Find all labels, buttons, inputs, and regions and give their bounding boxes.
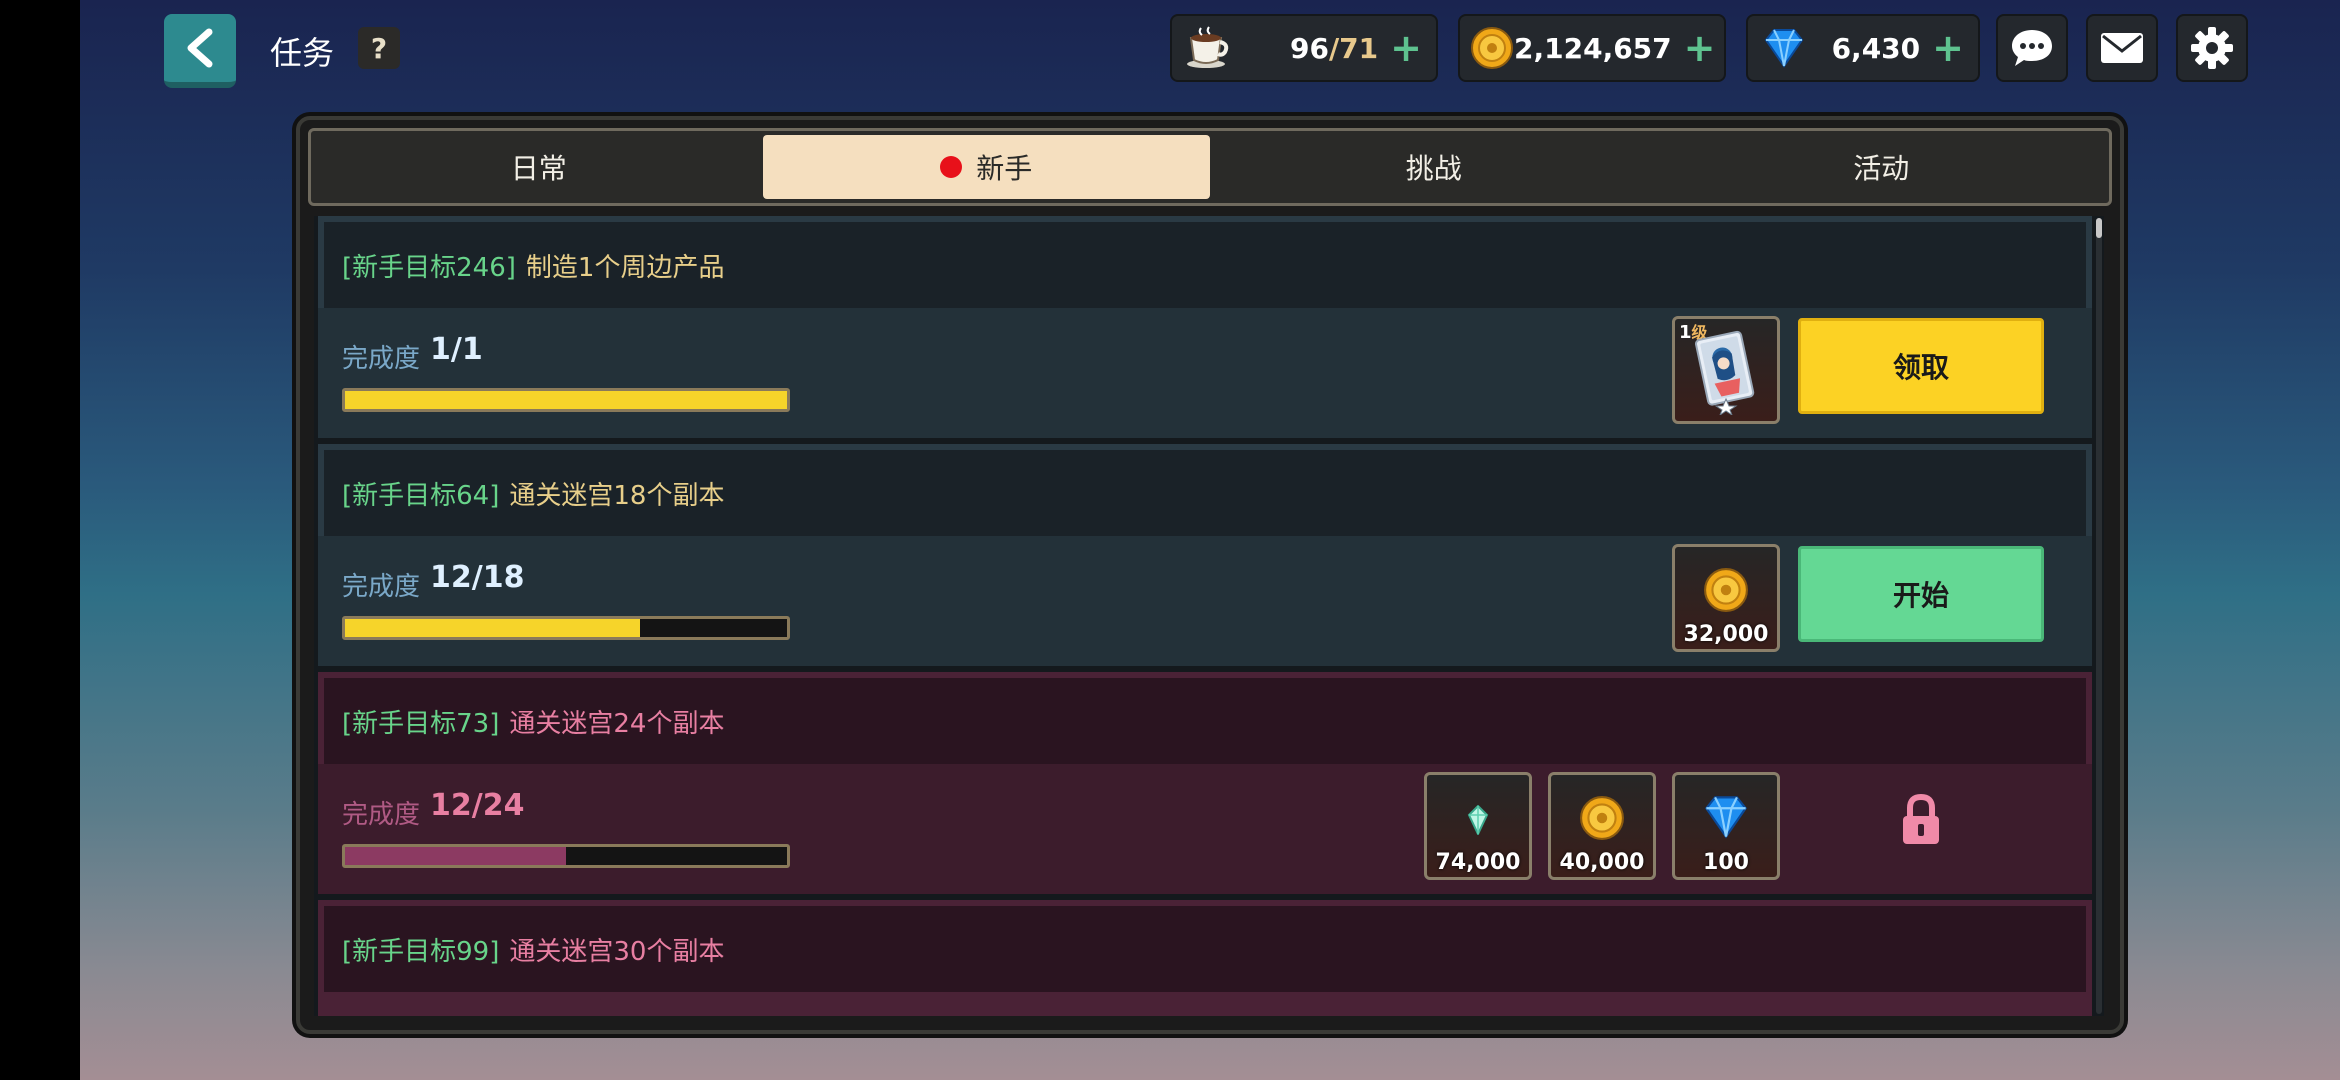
back-button[interactable] bbox=[164, 14, 236, 88]
quest-item: [新手目标73] 通关迷宫24个副本 完成度 12/24 74,000 40,0… bbox=[318, 672, 2092, 894]
quest-item: [新手目标246] 制造1个周边产品 完成度 1/1 1级 领取 bbox=[318, 216, 2092, 438]
tab-beginner-label: 新手 bbox=[976, 152, 1033, 185]
add-gold-button[interactable]: + bbox=[1684, 29, 1716, 67]
character-card-icon bbox=[1675, 325, 1777, 415]
progress-value: 1/1 bbox=[430, 332, 483, 367]
tab-beginner[interactable]: 新手 bbox=[762, 135, 1210, 199]
gold-coin-icon bbox=[1675, 567, 1777, 613]
reward-crystal-slot[interactable]: 74,000 bbox=[1424, 772, 1532, 880]
add-gems-button[interactable]: + bbox=[1932, 29, 1964, 67]
quest-screen: 任务 ? 96/71 + 2,124,657 + 6,430 + 日常 新手 挑… bbox=[80, 0, 2340, 1080]
tab-daily-label: 日常 bbox=[510, 152, 567, 185]
chat-bubble-icon bbox=[2012, 30, 2052, 66]
quest-item: [新手目标99] 通关迷宫30个副本 bbox=[318, 900, 2092, 1016]
stamina-counter: 96/71 + bbox=[1170, 14, 1438, 82]
progress-fill bbox=[345, 619, 640, 637]
quest-tag: [新手目标99] bbox=[342, 936, 500, 967]
quest-header: [新手目标246] 制造1个周边产品 bbox=[324, 222, 2086, 308]
quest-name: 通关迷宫18个副本 bbox=[509, 480, 725, 511]
progress-bar bbox=[342, 388, 790, 412]
help-button[interactable]: ? bbox=[358, 27, 400, 69]
reward-gold-slot[interactable]: 32,000 bbox=[1672, 544, 1780, 652]
reward-amount: 40,000 bbox=[1559, 850, 1645, 875]
diamond-icon bbox=[1758, 22, 1810, 74]
gold-value: 2,124,657 bbox=[1514, 31, 1672, 65]
tab-challenge[interactable]: 挑战 bbox=[1210, 135, 1658, 199]
quest-tag: [新手目标246] bbox=[342, 252, 516, 283]
quest-header: [新手目标64] 通关迷宫18个副本 bbox=[324, 450, 2086, 536]
tab-challenge-label: 挑战 bbox=[1405, 152, 1462, 185]
quest-body: 完成度 12/24 74,000 40,000 100 bbox=[318, 764, 2092, 894]
tab-event[interactable]: 活动 bbox=[1658, 135, 2106, 199]
alert-dot-icon bbox=[940, 156, 963, 178]
start-button[interactable]: 开始 bbox=[1798, 546, 2044, 642]
chevron-left-icon bbox=[187, 28, 213, 68]
quest-body: 完成度 1/1 1级 领取 bbox=[318, 308, 2092, 438]
scrollbar-thumb[interactable] bbox=[2096, 218, 2102, 238]
progress-fill bbox=[345, 847, 566, 865]
reward-card-slot[interactable]: 1级 bbox=[1672, 316, 1780, 424]
quest-item: [新手目标64] 通关迷宫18个副本 完成度 12/18 32,000 开始 bbox=[318, 444, 2092, 666]
crystal-icon bbox=[1427, 805, 1529, 835]
left-black-bar bbox=[0, 0, 80, 1080]
quest-header: [新手目标99] 通关迷宫30个副本 bbox=[324, 906, 2086, 992]
progress-label: 完成度 bbox=[342, 344, 421, 374]
page-title: 任务 bbox=[270, 34, 335, 72]
progress-bar bbox=[342, 844, 790, 868]
mail-button[interactable] bbox=[2086, 14, 2158, 82]
quest-name: 制造1个周边产品 bbox=[525, 252, 725, 283]
diamond-icon bbox=[1675, 795, 1777, 839]
settings-button[interactable] bbox=[2176, 14, 2248, 82]
progress-label: 完成度 bbox=[342, 572, 421, 602]
reward-amount: 74,000 bbox=[1435, 850, 1521, 875]
gem-counter: 6,430 + bbox=[1746, 14, 1980, 82]
mail-icon bbox=[2101, 33, 2143, 63]
gold-coin-icon bbox=[1470, 22, 1514, 74]
quest-panel: 日常 新手 挑战 活动 [新手目标246] 制造1个周边产品 完成度 1/1 1… bbox=[296, 116, 2124, 1034]
claim-button[interactable]: 领取 bbox=[1798, 318, 2044, 414]
quest-tabs: 日常 新手 挑战 活动 bbox=[308, 128, 2112, 206]
gear-icon bbox=[2191, 27, 2233, 69]
gem-value: 6,430 bbox=[1831, 31, 1921, 65]
quest-header: [新手目标73] 通关迷宫24个副本 bbox=[324, 678, 2086, 764]
lock-icon bbox=[1900, 793, 1942, 850]
reward-amount: 100 bbox=[1703, 850, 1749, 875]
quest-tag: [新手目标64] bbox=[342, 480, 500, 511]
add-stamina-button[interactable]: + bbox=[1390, 29, 1422, 67]
quest-tag: [新手目标73] bbox=[342, 708, 500, 739]
progress-value: 12/24 bbox=[430, 788, 525, 823]
quest-body: 完成度 12/18 32,000 开始 bbox=[318, 536, 2092, 666]
tab-event-label: 活动 bbox=[1853, 152, 1910, 185]
reward-gem-slot[interactable]: 100 bbox=[1672, 772, 1780, 880]
stamina-value: 96/71 bbox=[1289, 31, 1379, 65]
quest-name: 通关迷宫24个副本 bbox=[509, 708, 725, 739]
progress-bar bbox=[342, 616, 790, 640]
quest-list[interactable]: [新手目标246] 制造1个周边产品 完成度 1/1 1级 领取 [新手目标64… bbox=[314, 216, 2104, 1016]
progress-value: 12/18 bbox=[430, 560, 525, 595]
quest-name: 通关迷宫30个副本 bbox=[509, 936, 725, 967]
reward-gold-slot[interactable]: 40,000 bbox=[1548, 772, 1656, 880]
progress-label: 完成度 bbox=[342, 800, 421, 830]
quest-list-scrollbar[interactable] bbox=[2096, 218, 2102, 1014]
progress-fill bbox=[345, 391, 787, 409]
reward-amount: 32,000 bbox=[1683, 622, 1769, 647]
tab-daily[interactable]: 日常 bbox=[315, 135, 763, 199]
gold-counter: 2,124,657 + bbox=[1458, 14, 1726, 82]
coffee-cup-icon bbox=[1182, 22, 1234, 74]
gold-coin-icon bbox=[1551, 795, 1653, 841]
chat-button[interactable] bbox=[1996, 14, 2068, 82]
